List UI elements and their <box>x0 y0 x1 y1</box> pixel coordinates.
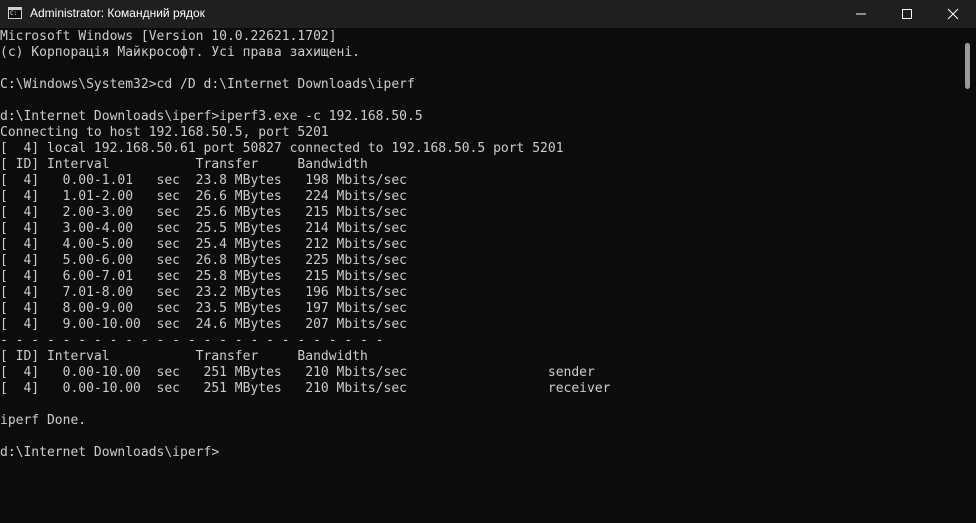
minimize-icon <box>856 13 866 15</box>
terminal-line: [ 4] 6.00-7.01 sec 25.8 MBytes 215 Mbits… <box>0 269 407 284</box>
scrollbar-thumb[interactable] <box>965 43 970 89</box>
command-prompt-window: C: Administrator: Командний рядок Micros… <box>0 0 976 523</box>
minimize-button[interactable] <box>838 0 884 28</box>
window-title: Administrator: Командний рядок <box>30 6 205 20</box>
maximize-icon <box>902 9 912 19</box>
close-button[interactable] <box>930 0 976 28</box>
terminal-line: d:\Internet Downloads\iperf> <box>0 445 220 460</box>
terminal-line: [ 4] 8.00-9.00 sec 23.5 MBytes 197 Mbits… <box>0 301 407 316</box>
terminal-line <box>0 61 960 77</box>
terminal-line: [ 4] 2.00-3.00 sec 25.6 MBytes 215 Mbits… <box>0 205 407 220</box>
close-icon <box>947 8 959 20</box>
terminal-line: [ 4] 3.00-4.00 sec 25.5 MBytes 214 Mbits… <box>0 221 407 236</box>
terminal-line <box>0 429 960 445</box>
terminal-line: [ 4] 4.00-5.00 sec 25.4 MBytes 212 Mbits… <box>0 237 407 252</box>
cmd-icon: C: <box>8 7 22 19</box>
terminal-line: [ 4] 0.00-1.01 sec 23.8 MBytes 198 Mbits… <box>0 173 407 188</box>
terminal-line: (c) Корпорація Майкрософт. Усі права зах… <box>0 45 361 60</box>
terminal-line: [ ID] Interval Transfer Bandwidth <box>0 157 368 172</box>
title-bar[interactable]: C: Administrator: Командний рядок <box>0 0 976 28</box>
terminal-line <box>0 93 960 109</box>
terminal-line: Connecting to host 192.168.50.5, port 52… <box>0 125 329 140</box>
terminal-line: Microsoft Windows [Version 10.0.22621.17… <box>0 29 337 44</box>
vertical-scrollbar[interactable] <box>960 29 976 523</box>
terminal-line: - - - - - - - - - - - - - - - - - - - - … <box>0 333 384 348</box>
terminal-line <box>0 397 960 413</box>
terminal-output[interactable]: Microsoft Windows [Version 10.0.22621.17… <box>0 29 960 523</box>
terminal-line: [ 4] 9.00-10.00 sec 24.6 MBytes 207 Mbit… <box>0 317 407 332</box>
terminal-line: d:\Internet Downloads\iperf>iperf3.exe -… <box>0 109 423 124</box>
terminal-line: [ 4] 0.00-10.00 sec 251 MBytes 210 Mbits… <box>0 381 611 396</box>
terminal-line: iperf Done. <box>0 413 87 428</box>
maximize-button[interactable] <box>884 0 930 28</box>
terminal-line: [ 4] 5.00-6.00 sec 26.8 MBytes 225 Mbits… <box>0 253 407 268</box>
terminal-line: [ 4] local 192.168.50.61 port 50827 conn… <box>0 141 564 156</box>
terminal-line: [ 4] 1.01-2.00 sec 26.6 MBytes 224 Mbits… <box>0 189 407 204</box>
terminal-line: [ ID] Interval Transfer Bandwidth <box>0 349 368 364</box>
terminal-line: [ 4] 7.01-8.00 sec 23.2 MBytes 196 Mbits… <box>0 285 407 300</box>
terminal-line: [ 4] 0.00-10.00 sec 251 MBytes 210 Mbits… <box>0 365 595 380</box>
terminal-line: C:\Windows\System32>cd /D d:\Internet Do… <box>0 77 415 92</box>
